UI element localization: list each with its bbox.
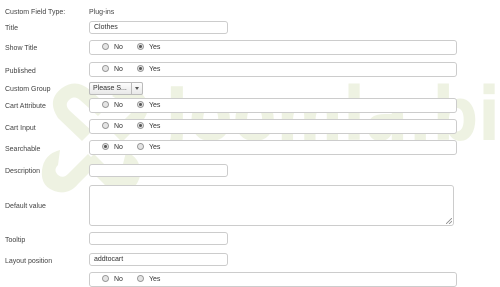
- show-title-yes-option[interactable]: Yes: [137, 41, 160, 54]
- radio-checked-icon: [137, 42, 144, 50]
- searchable-radio-group: No Yes: [89, 140, 457, 155]
- row-cart-attribute: Cart Attribute No Yes: [0, 98, 500, 113]
- cart-attribute-label: Cart Attribute: [5, 103, 46, 110]
- cart-attribute-yes-option[interactable]: Yes: [137, 99, 160, 112]
- radio-unchecked-icon: [137, 142, 144, 150]
- radio-unchecked-icon: [102, 100, 109, 108]
- custom-field-type-label: Custom Field Type:: [5, 9, 66, 16]
- published-label: Published: [5, 68, 36, 75]
- custom-group-label: Custom Group: [5, 86, 51, 93]
- chevron-down-icon: [131, 83, 142, 94]
- row-custom-field-type: Custom Field Type: Plug-ins: [0, 8, 500, 18]
- published-no-label: No: [114, 66, 123, 73]
- description-input[interactable]: [89, 164, 228, 177]
- show-title-yes-label: Yes: [149, 44, 161, 51]
- cart-input-yes-option[interactable]: Yes: [137, 120, 160, 133]
- cart-input-no-option[interactable]: No: [102, 120, 123, 133]
- row-description: Description: [0, 164, 500, 178]
- tooltip-input[interactable]: [89, 232, 228, 245]
- cart-attribute-no-option[interactable]: No: [102, 99, 123, 112]
- row-show-title: Show Title No Yes: [0, 40, 500, 55]
- row-tooltip: Tooltip: [0, 232, 500, 246]
- radio-unchecked-icon: [102, 42, 109, 50]
- radio-unchecked-icon: [102, 121, 109, 129]
- radio-checked-icon: [137, 100, 144, 108]
- custom-field-form: Custom Field Type: Plug-ins Title Clothe…: [0, 0, 500, 287]
- published-no-option[interactable]: No: [102, 63, 123, 76]
- row-title: Title Clothes: [0, 21, 500, 35]
- default-value-textarea[interactable]: [89, 185, 454, 226]
- resize-grip-icon[interactable]: [446, 218, 452, 224]
- show-title-radio-group: No Yes: [89, 40, 457, 55]
- searchable-yes-label: Yes: [149, 144, 161, 151]
- row-published: Published No Yes: [0, 62, 500, 77]
- cart-input-radio-group: No Yes: [89, 119, 457, 134]
- show-title-label: Show Title: [5, 45, 38, 52]
- published-yes-label: Yes: [149, 66, 161, 73]
- cart-attribute-yes-label: Yes: [149, 102, 161, 109]
- layout-position-label: Layout position: [5, 258, 53, 265]
- searchable-no-option[interactable]: No: [102, 141, 123, 154]
- published-radio-group: No Yes: [89, 62, 457, 77]
- radio-checked-icon: [102, 142, 109, 150]
- published-yes-option[interactable]: Yes: [137, 63, 160, 76]
- custom-group-select[interactable]: Please S...: [89, 82, 143, 95]
- searchable-no-label: No: [114, 144, 123, 151]
- tooltip-label: Tooltip: [5, 237, 26, 244]
- cart-attribute-radio-group: No Yes: [89, 98, 457, 113]
- row-custom-group: Custom Group Please S...: [0, 82, 500, 95]
- radio-checked-icon: [137, 121, 144, 129]
- cart-input-label: Cart Input: [5, 125, 36, 132]
- radio-checked-icon: [137, 64, 144, 72]
- cart-attribute-no-label: No: [114, 102, 123, 109]
- default-value-label: Default value: [5, 203, 46, 210]
- cart-input-no-label: No: [114, 123, 123, 130]
- title-label: Title: [5, 25, 18, 32]
- row-layout-position: Layout position addtocart: [0, 253, 500, 267]
- row-cart-input: Cart Input No Yes: [0, 119, 500, 134]
- custom-field-type-value: Plug-ins: [89, 9, 115, 16]
- searchable-yes-option[interactable]: Yes: [137, 141, 160, 154]
- show-title-no-option[interactable]: No: [102, 41, 123, 54]
- show-title-no-label: No: [114, 44, 123, 51]
- radio-unchecked-icon: [102, 274, 109, 282]
- custom-group-selected-value: Please S...: [93, 85, 127, 92]
- row-default-value: Default value: [0, 185, 500, 226]
- description-label: Description: [5, 168, 41, 175]
- layout-position-input[interactable]: addtocart: [89, 253, 228, 266]
- cart-input-yes-label: Yes: [149, 123, 161, 130]
- radio-unchecked-icon: [102, 64, 109, 72]
- row-searchable: Searchable No Yes: [0, 140, 500, 155]
- searchable-label: Searchable: [5, 146, 41, 153]
- radio-unchecked-icon: [137, 274, 144, 282]
- title-input[interactable]: Clothes: [89, 21, 228, 34]
